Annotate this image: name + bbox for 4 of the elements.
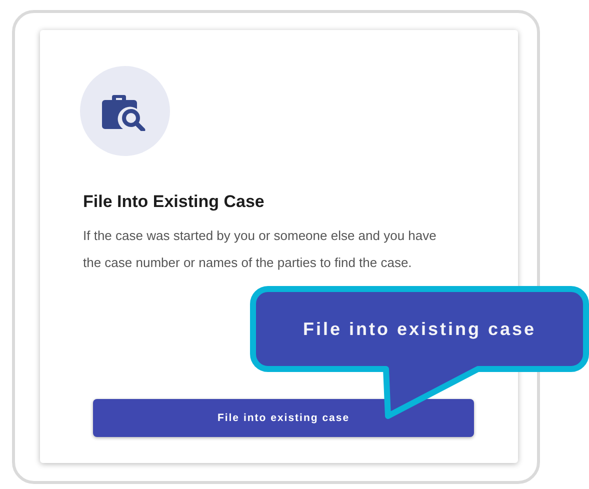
card-title: File Into Existing Case [83, 192, 266, 212]
callout-text: File into existing case [302, 318, 536, 340]
card-description: If the case was started by you or someone else and you have the case number or names of the parties to find the case. [83, 227, 438, 272]
file-case-button[interactable]: File into existing case [93, 399, 474, 437]
